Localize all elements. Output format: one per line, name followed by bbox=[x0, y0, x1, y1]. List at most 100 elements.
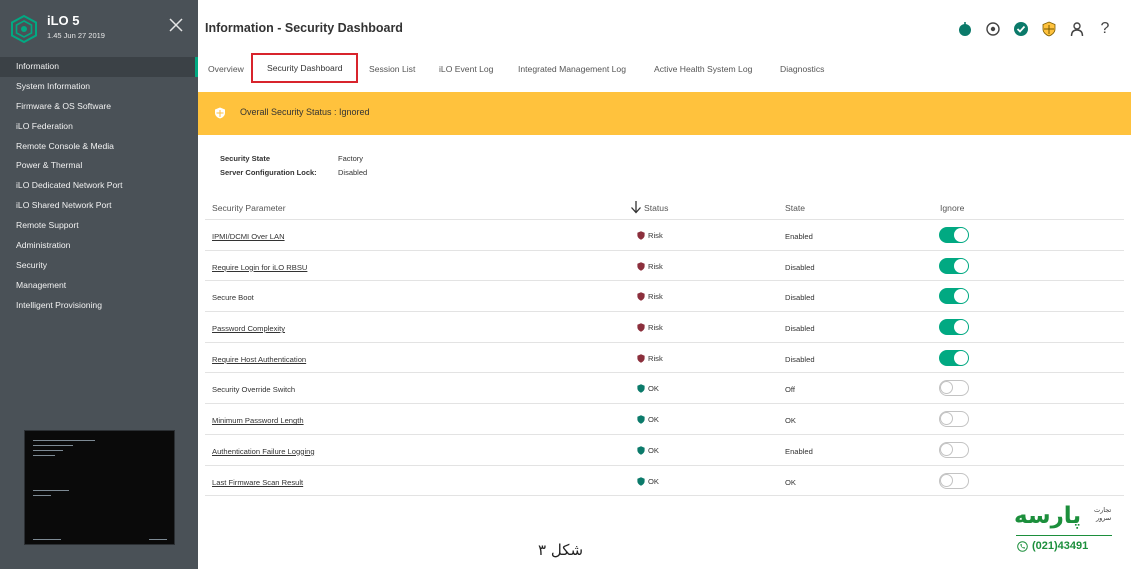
sidebar-item-management[interactable]: Management bbox=[0, 276, 198, 296]
parameter-name[interactable]: Password Complexity bbox=[212, 324, 285, 333]
parameter-name[interactable]: Require Host Authentication bbox=[212, 355, 306, 364]
status-text: Risk bbox=[648, 323, 663, 333]
tab-session-list[interactable]: Session List bbox=[369, 58, 415, 80]
toggle-knob bbox=[954, 320, 968, 335]
status-cell: Risk bbox=[637, 262, 663, 271]
parameter-name[interactable]: IPMI/DCMI Over LAN bbox=[212, 232, 285, 241]
ignore-toggle[interactable] bbox=[939, 411, 969, 428]
sidebar-nav: Information System Information Firmware … bbox=[0, 57, 198, 316]
tab-security-dashboard[interactable]: Security Dashboard bbox=[251, 53, 359, 83]
status-cell: OK bbox=[637, 384, 659, 393]
toggle-knob bbox=[940, 473, 953, 487]
parameter-name[interactable]: Last Firmware Scan Result bbox=[212, 478, 303, 487]
state-value: Disabled bbox=[785, 354, 815, 364]
parameter-name[interactable]: Authentication Failure Logging bbox=[212, 447, 315, 456]
sidebar-item-power-thermal[interactable]: Power & Thermal bbox=[0, 156, 198, 176]
state-value: OK bbox=[785, 477, 796, 487]
ignore-cell bbox=[939, 227, 969, 243]
security-parameters-table: Security Parameter Status State Ignore I… bbox=[205, 195, 1124, 497]
status-cell: OK bbox=[637, 477, 659, 486]
tab-ilo-event-log[interactable]: iLO Event Log bbox=[439, 58, 493, 80]
watermark-phone: (021)43491 bbox=[1032, 540, 1089, 552]
sidebar-item-administration[interactable]: Administration bbox=[0, 236, 198, 256]
watermark-brand: پارسه bbox=[1014, 503, 1082, 529]
tab-active-health-system-log[interactable]: Active Health System Log bbox=[654, 58, 752, 80]
security-state-label: Security State bbox=[220, 154, 271, 163]
watermark-subtitle-line1: تجارت bbox=[1094, 506, 1112, 514]
table-row: Security Override Switch OK Off bbox=[205, 373, 1124, 405]
ignore-toggle[interactable] bbox=[939, 472, 969, 489]
table-header: Security Parameter Status State Ignore bbox=[205, 195, 1124, 220]
ilo-logo-icon bbox=[11, 15, 37, 43]
ignore-toggle[interactable] bbox=[939, 257, 969, 274]
status-text: Risk bbox=[648, 292, 663, 302]
status-text: Risk bbox=[648, 231, 663, 240]
column-header-state[interactable]: State bbox=[785, 203, 805, 213]
sidebar-item-information[interactable]: Information bbox=[0, 57, 198, 77]
security-status-banner: Overall Security Status : Ignored bbox=[198, 92, 1131, 135]
security-shield-icon bbox=[215, 107, 225, 119]
sidebar-item-dedicated-network-port[interactable]: iLO Dedicated Network Port bbox=[0, 176, 198, 196]
status-cell: OK bbox=[637, 415, 659, 424]
parameter-name: Security Override Switch bbox=[212, 385, 296, 395]
ignore-toggle[interactable] bbox=[939, 319, 969, 336]
status-cell: Risk bbox=[637, 292, 663, 301]
status-text: OK bbox=[648, 384, 659, 394]
health-ok-icon[interactable] bbox=[1007, 19, 1035, 39]
column-header-ignore[interactable]: Ignore bbox=[940, 203, 964, 213]
sidebar-item-ilo-federation[interactable]: iLO Federation bbox=[0, 117, 198, 137]
sidebar-header: iLO 5 1.45 Jun 27 2019 bbox=[0, 0, 198, 56]
parameter-name[interactable]: Minimum Password Length bbox=[212, 416, 304, 425]
status-cell: OK bbox=[637, 446, 659, 455]
user-icon[interactable] bbox=[1063, 19, 1091, 39]
status-cell: Risk bbox=[637, 323, 663, 332]
power-icon[interactable] bbox=[951, 19, 979, 39]
sidebar-item-intelligent-provisioning[interactable]: Intelligent Provisioning bbox=[0, 296, 198, 316]
state-value: Disabled bbox=[785, 324, 815, 334]
phone-icon bbox=[1017, 540, 1028, 552]
sidebar-item-system-information[interactable]: System Information bbox=[0, 77, 198, 97]
parameter-name: Secure Boot bbox=[212, 293, 254, 303]
close-icon[interactable] bbox=[168, 17, 184, 33]
state-value: Enabled bbox=[785, 446, 813, 456]
table-row: Require Login for iLO RBSU Risk Disabled bbox=[205, 251, 1124, 282]
header-toolbar: ? bbox=[951, 19, 1119, 39]
risk-shield-icon bbox=[637, 292, 645, 302]
ignore-toggle[interactable] bbox=[939, 288, 969, 305]
remote-console-thumbnail[interactable] bbox=[24, 430, 175, 545]
toggle-knob bbox=[940, 381, 953, 395]
ignore-toggle[interactable] bbox=[939, 380, 969, 397]
state-value: Off bbox=[785, 385, 795, 395]
ignore-toggle[interactable] bbox=[939, 441, 969, 458]
ok-shield-icon bbox=[637, 384, 645, 394]
location-target-icon[interactable] bbox=[979, 19, 1007, 39]
sort-arrow-down-icon[interactable] bbox=[630, 200, 642, 216]
ignore-toggle[interactable] bbox=[939, 227, 969, 243]
tab-diagnostics[interactable]: Diagnostics bbox=[780, 58, 824, 80]
table-row: Secure Boot Risk Disabled bbox=[205, 281, 1124, 313]
parameter-name[interactable]: Require Login for iLO RBSU bbox=[212, 263, 307, 272]
tab-overview[interactable]: Overview bbox=[208, 58, 244, 80]
risk-shield-icon bbox=[637, 323, 645, 332]
toggle-knob bbox=[954, 228, 968, 242]
status-text: Risk bbox=[648, 353, 663, 363]
sidebar-item-remote-console-media[interactable]: Remote Console & Media bbox=[0, 137, 198, 157]
sidebar-item-firmware-os-software[interactable]: Firmware & OS Software bbox=[0, 97, 198, 117]
sidebar-item-shared-network-port[interactable]: iLO Shared Network Port bbox=[0, 196, 198, 216]
table-row: Minimum Password Length OK OK bbox=[205, 404, 1124, 435]
help-icon[interactable]: ? bbox=[1091, 19, 1119, 39]
ignore-cell bbox=[939, 380, 969, 397]
column-header-status[interactable]: Status bbox=[644, 203, 668, 213]
column-header-parameter[interactable]: Security Parameter bbox=[212, 203, 286, 213]
security-shield-icon[interactable] bbox=[1035, 19, 1063, 39]
tab-integrated-management-log[interactable]: Integrated Management Log bbox=[518, 58, 626, 80]
sidebar-item-security[interactable]: Security bbox=[0, 256, 198, 276]
table-row: IPMI/DCMI Over LAN Risk Enabled bbox=[205, 220, 1124, 251]
ignore-toggle[interactable] bbox=[939, 349, 969, 366]
sidebar-item-remote-support[interactable]: Remote Support bbox=[0, 216, 198, 236]
config-lock-value: Disabled bbox=[338, 168, 368, 177]
state-value: Disabled bbox=[785, 262, 815, 272]
tab-bar: Overview Security Dashboard Session List… bbox=[198, 53, 1131, 83]
watermark-logo: پارسه تجارت سرور (021)43491 bbox=[1012, 500, 1117, 560]
page-title: Information - Security Dashboard bbox=[205, 21, 403, 35]
